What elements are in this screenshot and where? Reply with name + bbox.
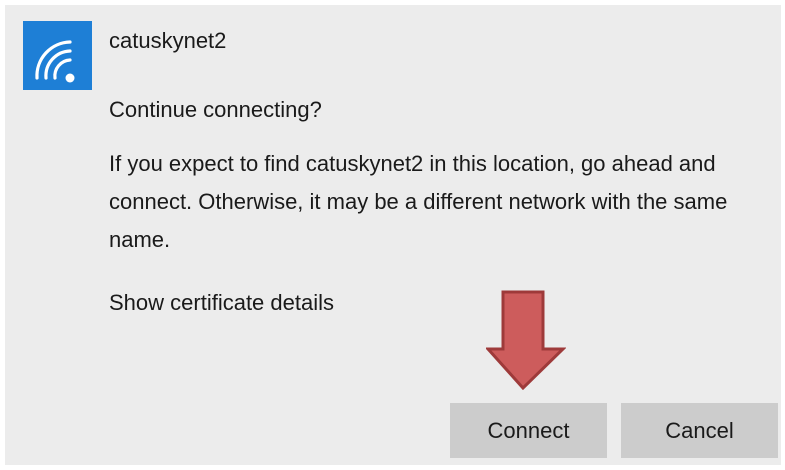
- wifi-icon: [23, 21, 92, 90]
- connect-button[interactable]: Connect: [450, 403, 607, 458]
- show-certificate-details-link[interactable]: Show certificate details: [109, 290, 334, 316]
- dialog-message: If you expect to find catuskynet2 in thi…: [109, 151, 728, 252]
- dialog-prompt: Continue connecting?: [109, 97, 322, 122]
- down-arrow-annotation: [486, 290, 566, 390]
- cancel-button[interactable]: Cancel: [621, 403, 778, 458]
- network-name: catuskynet2: [109, 28, 227, 53]
